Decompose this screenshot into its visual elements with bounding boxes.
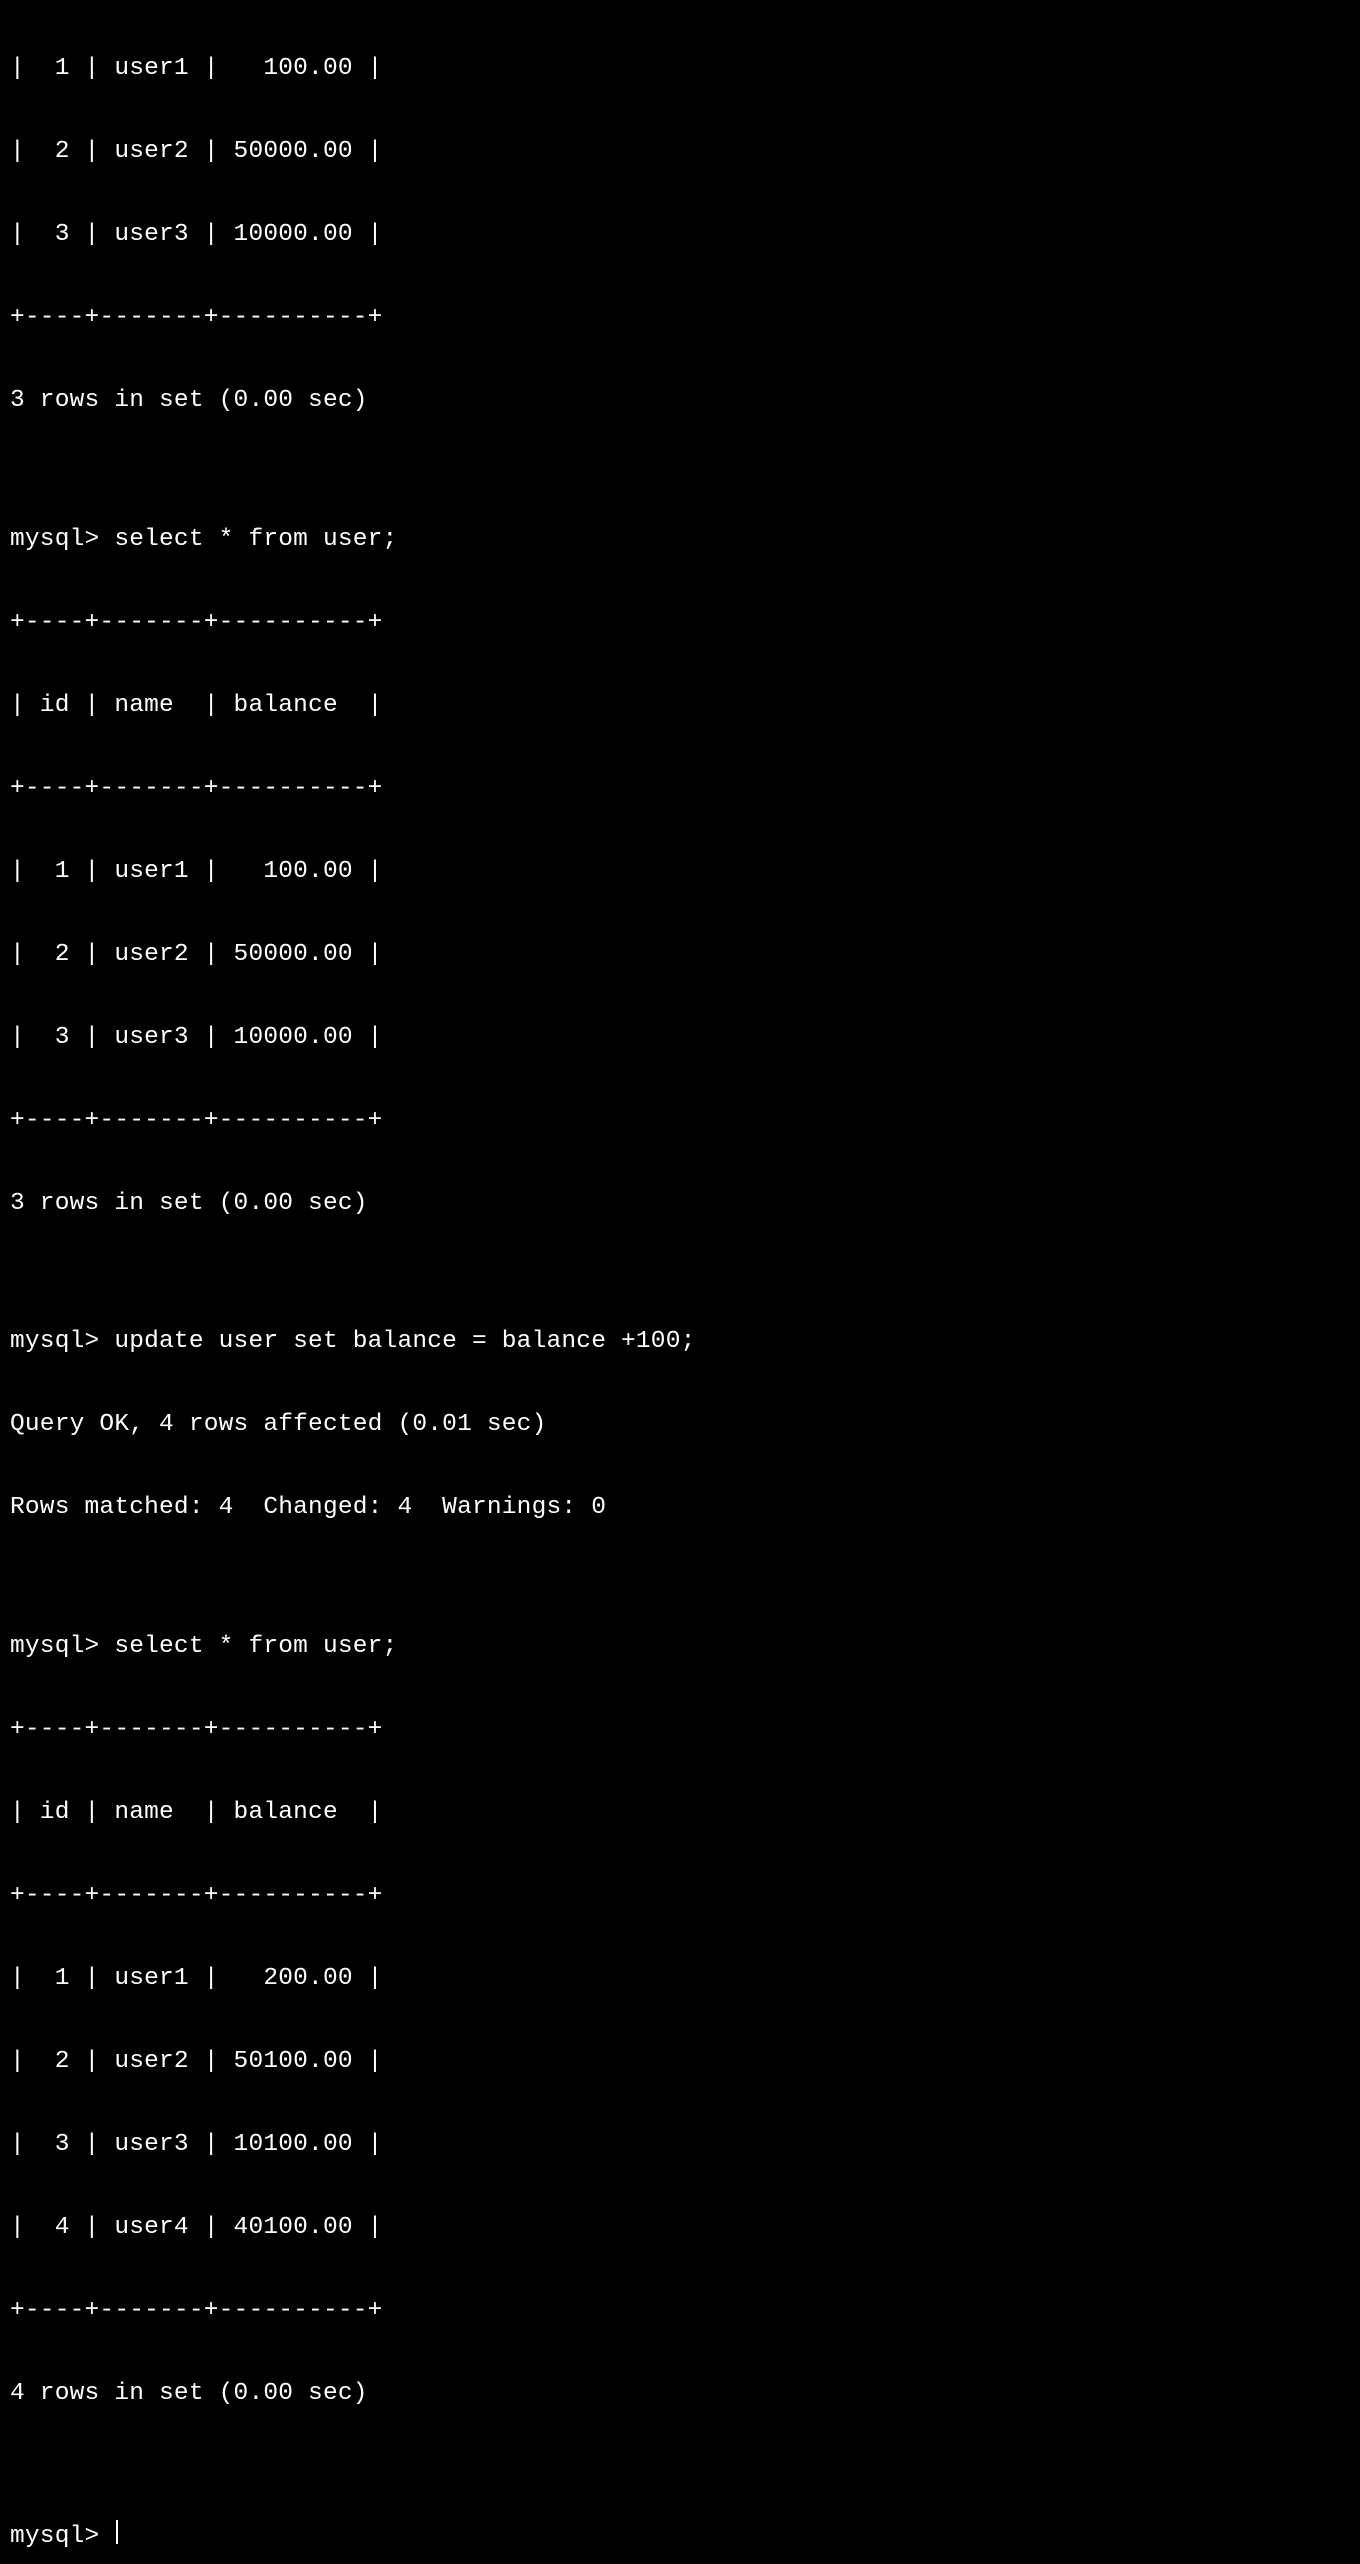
output-line: mysql> select * from user; [10, 526, 1350, 554]
output-line: +----+-------+----------+ [10, 304, 1350, 332]
cursor-icon [116, 2520, 118, 2544]
output-line: | 1 | user1 | 100.00 | [10, 55, 1350, 83]
output-line: +----+-------+----------+ [10, 1716, 1350, 1744]
output-line: mysql> update user set balance = balance… [10, 1328, 1350, 1356]
output-line: | id | name | balance | [10, 1799, 1350, 1827]
output-line: +----+-------+----------+ [10, 1107, 1350, 1135]
output-line: 3 rows in set (0.00 sec) [10, 387, 1350, 415]
output-line: 4 rows in set (0.00 sec) [10, 2380, 1350, 2408]
output-line: | id | name | balance | [10, 692, 1350, 720]
output-line: Query OK, 4 rows affected (0.01 sec) [10, 1411, 1350, 1439]
output-line: | 1 | user1 | 200.00 | [10, 1965, 1350, 1993]
mysql-prompt: mysql> [10, 2523, 114, 2551]
output-line: mysql> select * from user; [10, 1633, 1350, 1661]
output-line: | 3 | user3 | 10000.00 | [10, 1024, 1350, 1052]
output-line: +----+-------+----------+ [10, 609, 1350, 637]
output-line: | 4 | user4 | 40100.00 | [10, 2214, 1350, 2242]
output-line: | 1 | user1 | 100.00 | [10, 858, 1350, 886]
terminal-output: | 1 | user1 | 100.00 | | 2 | user2 | 500… [10, 0, 1350, 2564]
command-prompt-line[interactable]: mysql> [10, 2518, 1350, 2551]
output-line: +----+-------+----------+ [10, 2297, 1350, 2325]
output-line: +----+-------+----------+ [10, 1882, 1350, 1910]
output-line: | 2 | user2 | 50000.00 | [10, 138, 1350, 166]
output-line: | 2 | user2 | 50100.00 | [10, 2048, 1350, 2076]
output-line: Rows matched: 4 Changed: 4 Warnings: 0 [10, 1494, 1350, 1522]
output-line: +----+-------+----------+ [10, 775, 1350, 803]
output-line: | 2 | user2 | 50000.00 | [10, 941, 1350, 969]
output-line: | 3 | user3 | 10100.00 | [10, 2131, 1350, 2159]
output-line: | 3 | user3 | 10000.00 | [10, 221, 1350, 249]
output-line: 3 rows in set (0.00 sec) [10, 1190, 1350, 1218]
